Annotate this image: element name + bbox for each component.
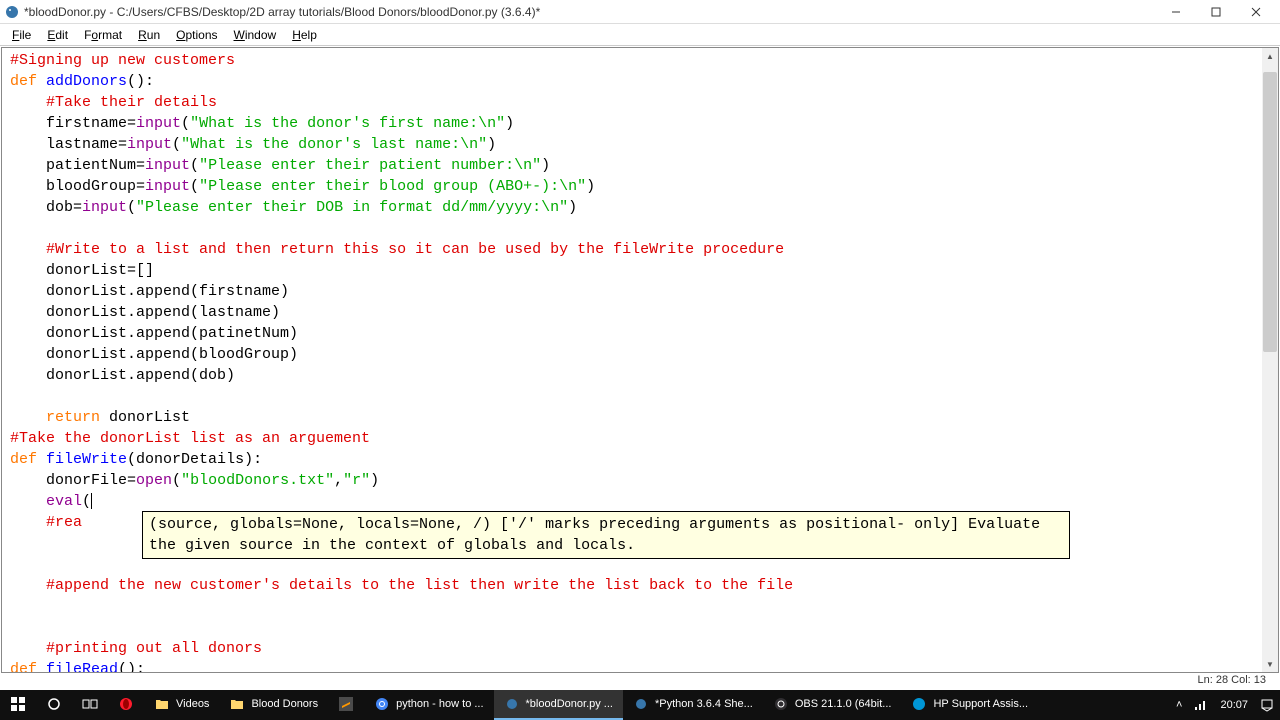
- taskbar-idle2[interactable]: *Python 3.6.4 She...: [623, 690, 763, 720]
- taskbar-videos[interactable]: Videos: [144, 690, 219, 720]
- taskbar-chrome[interactable]: python - how to ...: [364, 690, 493, 720]
- sublime-icon: [338, 696, 354, 712]
- start-button[interactable]: [0, 690, 36, 720]
- taskbar: Videos Blood Donors python - how to ... …: [0, 690, 1280, 720]
- menu-help[interactable]: Help: [284, 26, 325, 44]
- scroll-up-icon[interactable]: ▲: [1262, 48, 1278, 64]
- calltip: (source, globals=None, locals=None, /) […: [142, 511, 1070, 559]
- scroll-down-icon[interactable]: ▼: [1262, 656, 1278, 672]
- window-title: *bloodDonor.py - C:/Users/CFBS/Desktop/2…: [24, 5, 1156, 19]
- hp-icon: [911, 696, 927, 712]
- cursor-position: Ln: 28 Col: 13: [1198, 674, 1267, 686]
- maximize-button[interactable]: [1196, 0, 1236, 24]
- taskbar-sublime[interactable]: [328, 690, 364, 720]
- menu-edit[interactable]: Edit: [39, 26, 76, 44]
- chrome-icon: [374, 696, 390, 712]
- obs-icon: [773, 696, 789, 712]
- opera-button[interactable]: [108, 690, 144, 720]
- tray-clock[interactable]: 20:07: [1214, 690, 1254, 720]
- windows-icon: [10, 696, 26, 712]
- python-icon: [633, 696, 649, 712]
- folder-icon: [154, 696, 170, 712]
- app-icon: [4, 4, 20, 20]
- taskbar-hp[interactable]: HP Support Assis...: [901, 690, 1038, 720]
- minimize-button[interactable]: [1156, 0, 1196, 24]
- cortana-button[interactable]: [36, 690, 72, 720]
- notification-icon: [1260, 698, 1274, 712]
- taskbar-idle1[interactable]: *bloodDonor.py ...: [494, 690, 623, 720]
- menu-options[interactable]: Options: [168, 26, 225, 44]
- folder-icon: [229, 696, 245, 712]
- window-controls: [1156, 0, 1276, 24]
- taskbar-blooddonors[interactable]: Blood Donors: [219, 690, 328, 720]
- taskview-icon: [82, 696, 98, 712]
- menu-file[interactable]: File: [4, 26, 39, 44]
- menu-window[interactable]: Window: [226, 26, 285, 44]
- scrollbar-thumb[interactable]: [1263, 72, 1277, 352]
- system-tray: ˄ 20:07: [1170, 690, 1280, 720]
- titlebar: *bloodDonor.py - C:/Users/CFBS/Desktop/2…: [0, 0, 1280, 24]
- tray-notifications[interactable]: [1254, 690, 1280, 720]
- menu-format[interactable]: Format: [76, 26, 130, 44]
- taskview-button[interactable]: [72, 690, 108, 720]
- menubar: File Edit Format Run Options Window Help: [0, 24, 1280, 46]
- vertical-scrollbar[interactable]: ▲ ▼: [1262, 48, 1278, 672]
- close-button[interactable]: [1236, 0, 1276, 24]
- wifi-icon: [1194, 699, 1208, 711]
- taskbar-obs[interactable]: OBS 21.1.0 (64bit...: [763, 690, 902, 720]
- statusbar: Ln: 28 Col: 13: [1190, 672, 1275, 690]
- python-icon: [504, 696, 520, 712]
- chevron-up-icon: ˄: [1176, 699, 1182, 711]
- editor-container: #Signing up new customers def addDonors(…: [1, 47, 1279, 673]
- search-icon: [46, 696, 62, 712]
- opera-icon: [118, 696, 134, 712]
- menu-run[interactable]: Run: [130, 26, 168, 44]
- code-editor[interactable]: #Signing up new customers def addDonors(…: [2, 48, 1278, 673]
- tray-chevron[interactable]: ˄: [1170, 690, 1188, 720]
- tray-network[interactable]: [1188, 690, 1214, 720]
